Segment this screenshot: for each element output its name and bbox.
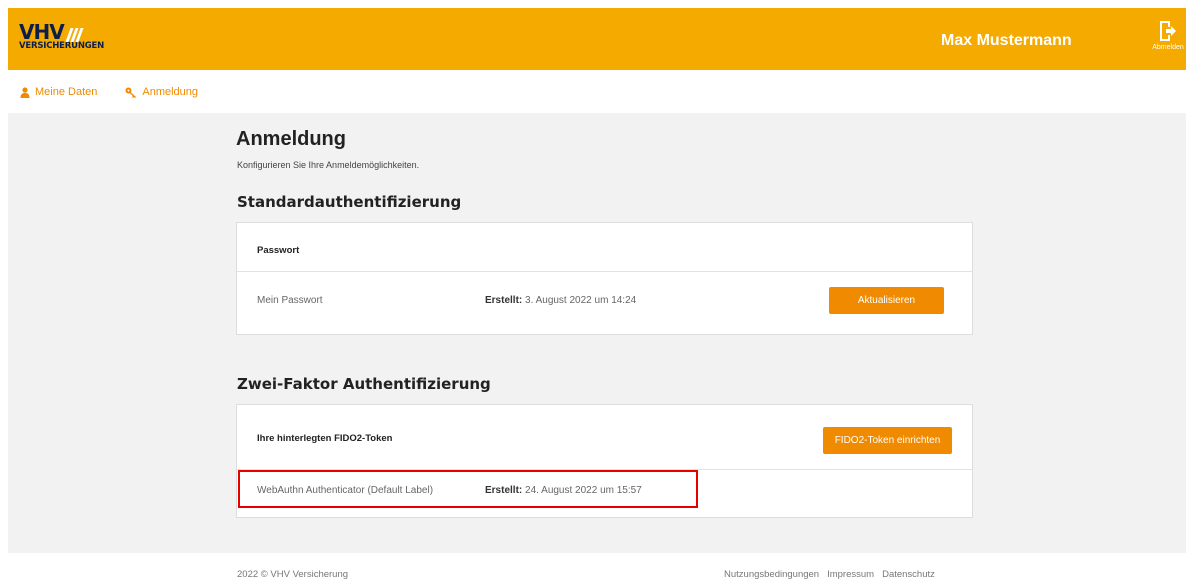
footer-link-terms[interactable]: Nutzungsbedingungen [724, 569, 819, 580]
section-title-standard-auth: Standardauthentifizierung [237, 193, 462, 211]
page-title: Anmeldung [236, 128, 346, 150]
logo-wordmark: VHV [19, 20, 65, 44]
footer-links: Nutzungsbedingungen Impressum Datenschut… [724, 569, 935, 580]
nav-item-label: Anmeldung [142, 86, 199, 98]
logout-button[interactable]: Abmelden [1150, 20, 1186, 51]
card-header: Ihre hinterlegten FIDO2-Token FIDO2-Toke… [237, 405, 972, 470]
footer-copyright: 2022 © VHV Versicherung [237, 569, 349, 580]
logout-icon [1160, 21, 1176, 41]
footer-link-imprint[interactable]: Impressum [827, 569, 874, 580]
card-title-fido2: Ihre hinterlegten FIDO2-Token [257, 433, 393, 444]
logo-slashes [65, 28, 84, 42]
card-header: Passwort [237, 223, 972, 272]
created-value: 3. August 2022 um 14:24 [525, 295, 637, 306]
update-password-button[interactable]: Aktualisieren [829, 287, 944, 314]
top-header: VHV VERSICHERUNGEN Max Mustermann Abmeld… [8, 8, 1186, 70]
logout-label: Abmelden [1152, 44, 1184, 51]
password-row-label: Mein Passwort [257, 295, 323, 306]
user-name[interactable]: Max Mustermann [941, 32, 1072, 50]
vhv-logo[interactable]: VHV VERSICHERUNGEN [19, 22, 104, 51]
password-card: Passwort Mein Passwort Erstellt: 3. Augu… [236, 222, 973, 335]
footer-link-privacy[interactable]: Datenschutz [882, 569, 935, 580]
logo-subtitle: VERSICHERUNGEN [19, 41, 105, 51]
page-subtitle: Konfigurieren Sie Ihre Anmeldemöglichkei… [237, 160, 420, 170]
card-title-password: Passwort [257, 245, 300, 256]
highlight-annotation [238, 470, 698, 508]
password-created-date: Erstellt: 3. August 2022 um 14:24 [485, 295, 636, 306]
created-label: Erstellt: [485, 295, 523, 306]
section-title-two-factor: Zwei-Faktor Authentifizierung [237, 375, 491, 393]
user-icon [20, 86, 30, 98]
nav-item-meine-daten[interactable]: Meine Daten [20, 86, 97, 98]
nav-item-anmeldung[interactable]: Anmeldung [125, 86, 198, 98]
sub-navigation: Meine Daten Anmeldung [8, 80, 226, 104]
nav-item-label: Meine Daten [35, 86, 98, 98]
key-icon [125, 87, 137, 98]
setup-fido2-token-button[interactable]: FIDO2-Token einrichten [823, 427, 952, 454]
